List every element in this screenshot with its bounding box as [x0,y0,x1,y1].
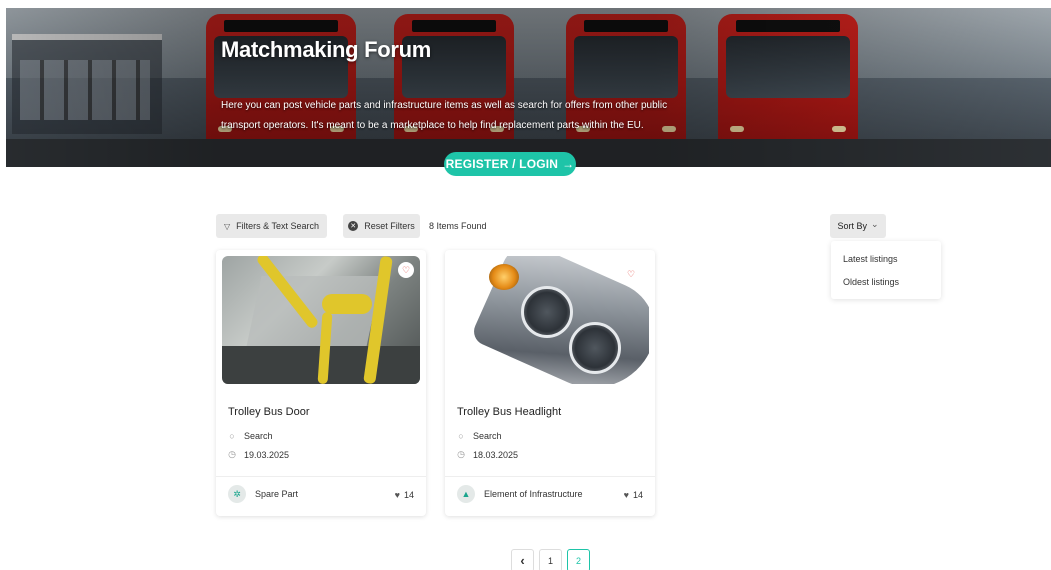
hero-overlay [6,8,1051,167]
listing-type: ○ Search [228,431,273,441]
listing-category-label: Spare Part [255,489,299,499]
listing-type-label: Search [473,431,502,441]
listing-date-label: 18.03.2025 [473,449,519,460]
items-found-count: 8 Items Found [429,221,487,231]
listing-category: ✲ Spare Part [228,485,298,503]
listing-category-label: Element of Infrastructure [484,489,583,499]
heart-icon: ♥ [394,490,400,500]
hero-description: Here you can post vehicle parts and infr… [221,100,668,131]
listing-date: ◷ 18.03.2025 [457,449,518,460]
listing-title[interactable]: Trolley Bus Door [228,406,310,418]
listing-date: ◷ 19.03.2025 [228,449,289,460]
favorite-heart-icon[interactable]: ♡ [398,262,414,278]
filters-text-search-button[interactable]: ▽ Filters & Text Search [216,214,327,238]
sort-option-oldest[interactable]: Oldest listings [843,277,899,287]
heart-icon: ♥ [623,490,629,500]
listing-card[interactable]: ♡ Trolley Bus Headlight ○ Search ◷ 18.03… [445,250,655,516]
pagination-prev-button[interactable]: ‹ [511,549,534,570]
sort-option-latest[interactable]: Latest listings [843,254,898,264]
trolley-bus-headlight-photo [451,256,649,384]
likes-count: 14 [632,490,643,500]
listing-date-label: 19.03.2025 [244,449,290,460]
card-divider [216,476,426,477]
listing-card[interactable]: ♡ Trolley Bus Door ○ Search ◷ 19.03.2025… [216,250,426,516]
likes-count: 14 [403,490,414,500]
sort-by-label: Sort By [837,221,867,231]
listing-type-label: Search [244,431,273,441]
listing-likes: ♥ 14 [624,490,643,500]
listing-image[interactable] [451,256,649,384]
trolley-bus-door-photo [222,256,420,384]
close-circle-icon: ✕ [348,221,359,231]
page-title: Matchmaking Forum [221,37,432,62]
favorite-heart-icon[interactable]: ♡ [623,266,639,282]
sort-by-button[interactable]: Sort By ⌄ [830,214,886,238]
road-icon: ▲ [457,485,475,503]
filters-label: Filters & Text Search [236,221,320,231]
listing-likes: ♥ 14 [395,490,414,500]
listing-type: ○ Search [457,431,502,441]
register-login-button[interactable]: REGISTER / LOGIN → [444,152,576,176]
clock-icon: ◷ [457,449,465,459]
pagination-page-2[interactable]: 2 [567,549,590,570]
chevron-down-icon: ⌄ [870,218,879,229]
filter-icon: ▽ [223,221,231,231]
circle-icon: ○ [229,431,235,441]
pagination-page-1[interactable]: 1 [539,549,562,570]
hero-banner: Matchmaking Forum Here you can post vehi… [6,8,1051,167]
listing-title[interactable]: Trolley Bus Headlight [457,406,561,418]
chevron-left-icon: ‹ [520,553,525,568]
gear-icon: ✲ [228,485,246,503]
listing-image[interactable] [222,256,420,384]
sort-dropdown-menu: Latest listings Oldest listings [831,241,941,299]
circle-icon: ○ [458,431,464,441]
reset-filters-button[interactable]: ✕ Reset Filters [343,214,420,238]
reset-filters-label: Reset Filters [364,221,415,231]
arrow-right-icon: → [562,157,575,171]
card-divider [445,476,655,477]
register-login-label: REGISTER / LOGIN [445,157,559,171]
listing-category: ▲ Element of Infrastructure [457,485,583,503]
clock-icon: ◷ [228,449,236,459]
